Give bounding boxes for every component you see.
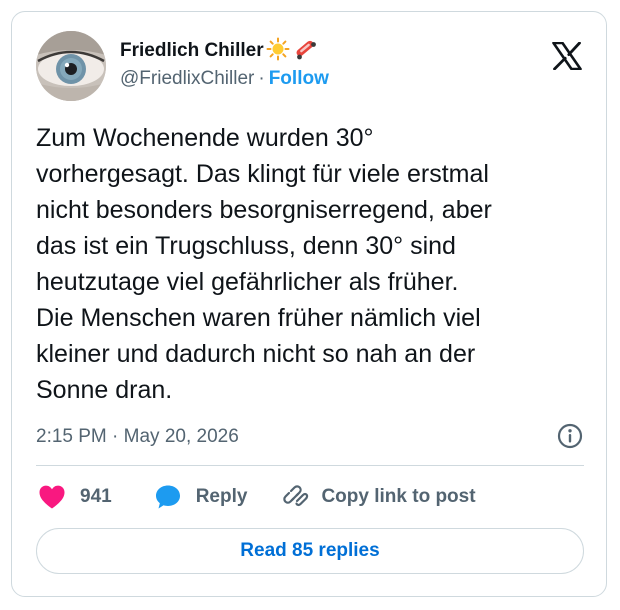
reply-bubble-icon: [154, 483, 182, 511]
like-count: 941: [80, 486, 112, 507]
info-icon[interactable]: [556, 422, 584, 450]
tweet-text: Zum Wochenende wurden 30° vorhergesagt. …: [36, 124, 492, 404]
copy-link-button[interactable]: Copy link to post: [281, 483, 476, 511]
x-logo-icon[interactable]: [552, 41, 582, 71]
divider: [36, 465, 584, 466]
heart-icon: [38, 484, 66, 510]
name-row: Friedlich Chiller: [120, 37, 329, 66]
user-handle[interactable]: @FriedlixChiller: [120, 68, 254, 89]
follow-button[interactable]: Follow: [269, 68, 329, 89]
skateboard-emoji-icon: [292, 37, 318, 66]
user-info: Friedlich Chiller @FriedlixChiller · Fol…: [120, 37, 329, 90]
eye-avatar-image: [36, 31, 106, 101]
tweet-meta: 2:15 PM · May 20, 2026: [36, 422, 584, 452]
reply-label: Reply: [195, 486, 248, 507]
tweet-card: Friedlich Chiller @FriedlixChiller · Fol…: [11, 11, 607, 597]
tweet-timestamp[interactable]: 2:15 PM · May 20, 2026: [36, 426, 239, 448]
handle-row: @FriedlixChiller · Follow: [120, 68, 329, 90]
display-name[interactable]: Friedlich Chiller: [120, 40, 264, 62]
handle-separator: ·: [258, 68, 265, 89]
tweet-header: Friedlich Chiller @FriedlixChiller · Fol…: [36, 28, 586, 102]
reply-button[interactable]: Reply: [154, 483, 248, 511]
read-replies-button[interactable]: Read 85 replies: [36, 528, 584, 574]
copy-link-label: Copy link to post: [321, 486, 476, 507]
link-icon: [281, 483, 309, 511]
action-bar: 941 Reply Copy link to post: [38, 482, 476, 512]
sun-emoji-icon: [266, 37, 290, 66]
like-button[interactable]: 941: [38, 484, 112, 510]
avatar[interactable]: [36, 31, 106, 101]
